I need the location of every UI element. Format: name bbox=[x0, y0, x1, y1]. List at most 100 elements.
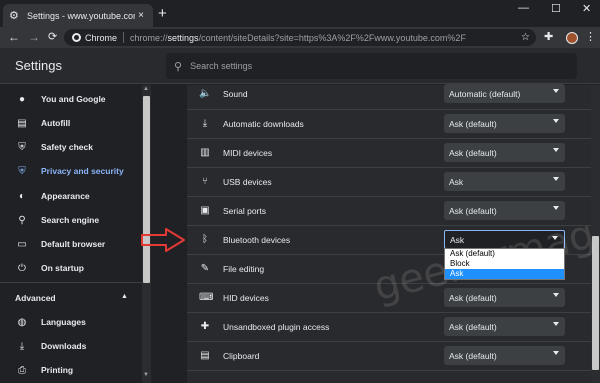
reload-button[interactable]: ⟳ bbox=[48, 30, 57, 44]
gear-icon: ⚙ bbox=[9, 9, 19, 22]
serial-ports-select[interactable]: Ask (default) bbox=[444, 201, 565, 220]
sidebar-item-appearance[interactable]: ◐ Appearance bbox=[0, 186, 142, 206]
browser-tab[interactable]: ⚙ Settings - www.youtube.com × bbox=[3, 4, 153, 27]
sidebar-item-privacy-and-security[interactable]: ⛨ Privacy and security bbox=[0, 161, 142, 181]
close-window-button[interactable]: ✕ bbox=[582, 2, 591, 15]
shield-check-icon: ⛨ bbox=[18, 141, 26, 153]
omnibox-divider bbox=[123, 32, 125, 43]
dropdown-option-ask[interactable]: Ask bbox=[445, 269, 564, 279]
bookmark-star-icon[interactable]: ☆ bbox=[521, 32, 530, 43]
sidebar-item-printing[interactable]: ⎙ Printing bbox=[0, 360, 142, 380]
chrome-icon bbox=[72, 33, 81, 42]
select-value: Ask (default) bbox=[449, 321, 497, 332]
permission-row-usb-devices: ⑂ USB devices Ask bbox=[187, 167, 593, 196]
globe-icon: ◍ bbox=[17, 316, 27, 328]
palette-icon: ◐ bbox=[18, 190, 26, 202]
keyboard-icon: ⌨ bbox=[199, 292, 214, 303]
serial-icon: ▣ bbox=[200, 205, 210, 216]
dropdown-option-block[interactable]: Block bbox=[445, 259, 564, 269]
permission-row-serial-ports: ▣ Serial ports Ask (default) bbox=[187, 196, 593, 225]
sidebar-item-label: Default browser bbox=[41, 239, 106, 249]
select-value: Ask bbox=[449, 176, 464, 187]
scroll-up-icon[interactable]: ▲ bbox=[143, 86, 149, 92]
midi-devices-select[interactable]: Ask (default) bbox=[444, 143, 565, 162]
dropdown-option-ask-default[interactable]: Ask (default) bbox=[445, 249, 564, 259]
maximize-button[interactable]: ☐ bbox=[551, 2, 561, 15]
sidebar-item-downloads[interactable]: ⤓ Downloads bbox=[0, 336, 142, 356]
page-title: Settings bbox=[15, 58, 62, 73]
sidebar-divider bbox=[0, 282, 142, 283]
browser-icon: ▭ bbox=[17, 238, 27, 250]
sidebar-item-on-startup[interactable]: ⏻ On startup bbox=[0, 258, 142, 278]
permission-label: USB devices bbox=[223, 177, 272, 187]
automatic-downloads-select[interactable]: Ask (default) bbox=[444, 114, 565, 133]
sidebar-item-default-browser[interactable]: ▭ Default browser bbox=[0, 234, 142, 254]
scroll-down-icon[interactable]: ▼ bbox=[143, 372, 149, 378]
hid-devices-select[interactable]: Ask (default) bbox=[444, 288, 565, 307]
power-icon: ⏻ bbox=[18, 262, 26, 274]
midi-icon: ▥ bbox=[200, 147, 210, 158]
chevron-down-icon bbox=[553, 119, 559, 123]
url-prefix: chrome:// bbox=[130, 32, 168, 43]
permission-label: Sound bbox=[223, 89, 248, 99]
close-tab-icon[interactable]: × bbox=[135, 10, 147, 21]
chevron-up-icon[interactable]: ▲ bbox=[121, 293, 128, 300]
sidebar-item-you-and-google[interactable]: ● You and Google bbox=[0, 89, 142, 109]
usb-icon: ⑂ bbox=[202, 176, 208, 187]
minimize-button[interactable]: — bbox=[518, 2, 529, 14]
permission-label: Automatic downloads bbox=[223, 119, 304, 129]
person-icon: ● bbox=[18, 93, 26, 105]
select-value: Ask (default) bbox=[449, 147, 497, 158]
settings-search[interactable]: ⚲ bbox=[166, 53, 577, 79]
shield-icon: ⛨ bbox=[18, 165, 26, 177]
permission-row-sound: 🔈 Sound Automatic (default) bbox=[187, 80, 593, 109]
sound-select[interactable]: Automatic (default) bbox=[444, 84, 565, 103]
sidebar-scrollbar-thumb[interactable] bbox=[143, 96, 150, 283]
select-value: Ask (default) bbox=[449, 350, 497, 361]
download-icon: ⤓ bbox=[19, 340, 25, 352]
forward-button[interactable]: → bbox=[28, 30, 40, 44]
select-value: Ask (default) bbox=[449, 205, 497, 216]
puzzle-icon: ✚ bbox=[200, 321, 210, 332]
permission-label: Unsandboxed plugin access bbox=[223, 322, 330, 332]
sidebar-item-label: Privacy and security bbox=[41, 166, 124, 176]
extensions-icon[interactable]: ✚ bbox=[544, 31, 553, 43]
speaker-icon: 🔈 bbox=[199, 88, 212, 99]
select-value: Ask (default) bbox=[449, 292, 497, 303]
sidebar-item-search-engine[interactable]: ⚲ Search engine bbox=[0, 210, 142, 230]
sidebar-item-languages[interactable]: ◍ Languages bbox=[0, 312, 142, 332]
browser-window: ⚙ Settings - www.youtube.com × + — ☐ ✕ ←… bbox=[0, 0, 600, 383]
sidebar-section-advanced[interactable]: Advanced bbox=[15, 293, 56, 303]
toolbar: ← → ⟳ Chrome chrome://settings/content/s… bbox=[0, 27, 600, 48]
sidebar-item-autofill[interactable]: ▤ Autofill bbox=[0, 113, 142, 133]
clipboard-select[interactable]: Ask (default) bbox=[444, 346, 565, 365]
address-bar[interactable]: Chrome chrome://settings/content/siteDet… bbox=[64, 29, 536, 46]
clipboard-icon: ▤ bbox=[17, 117, 27, 129]
sidebar-item-label: Safety check bbox=[41, 142, 93, 152]
permission-row-midi-devices: ▥ MIDI devices Ask (default) bbox=[187, 138, 593, 167]
menu-icon[interactable]: ⋮ bbox=[585, 31, 596, 43]
sidebar-item-label: Search engine bbox=[41, 215, 100, 225]
search-input[interactable] bbox=[190, 61, 551, 71]
unsandboxed-plugin-select[interactable]: Ask (default) bbox=[444, 317, 565, 336]
site-chip: Chrome bbox=[85, 32, 118, 43]
search-icon: ⚲ bbox=[174, 60, 183, 73]
url-bold: settings bbox=[167, 32, 199, 43]
back-button[interactable]: ← bbox=[8, 30, 20, 44]
annotation-arrow-icon bbox=[141, 228, 185, 252]
usb-devices-select[interactable]: Ask bbox=[444, 172, 565, 191]
sidebar-item-safety-check[interactable]: ⛨ Safety check bbox=[0, 137, 142, 157]
sidebar-item-label: Appearance bbox=[41, 191, 90, 201]
permission-label: MIDI devices bbox=[223, 148, 273, 158]
select-value: Automatic (default) bbox=[449, 88, 521, 99]
permission-row-partial bbox=[187, 370, 593, 383]
file-edit-icon: ✎ bbox=[200, 263, 210, 274]
avatar[interactable] bbox=[566, 32, 578, 44]
select-value: Ask (default) bbox=[449, 118, 497, 129]
url-rest: /content/siteDetails?site=https%3A%2F%2F… bbox=[198, 32, 466, 43]
permission-label: Clipboard bbox=[223, 351, 260, 361]
new-tab-button[interactable]: + bbox=[158, 6, 167, 21]
tab-title: Settings - www.youtube.com bbox=[27, 10, 135, 21]
bluetooth-icon: ᛒ bbox=[202, 234, 208, 245]
printer-icon: ⎙ bbox=[18, 364, 26, 376]
